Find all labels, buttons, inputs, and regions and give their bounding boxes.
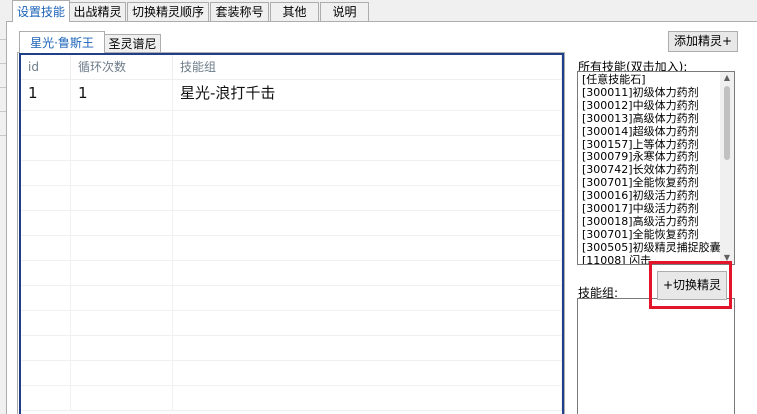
skill-list-item[interactable]: [任意技能石] bbox=[582, 73, 734, 87]
add-spirit-button[interactable]: 添加精灵+ bbox=[668, 31, 738, 52]
skill-list-item[interactable]: [300012]中级体力药剂 bbox=[582, 99, 734, 113]
main-tab-strip: 设置技能 出战精灵 切换精灵顺序 套装称号 其他 说明 bbox=[0, 0, 757, 22]
cell-skills: 星光-浪打千击 bbox=[173, 80, 562, 110]
inner-tab-spirit-1[interactable]: 星光·鲁斯王 bbox=[19, 31, 105, 53]
cell-loops: 1 bbox=[71, 80, 173, 110]
skill-list-item[interactable]: [300011]初级体力药剂 bbox=[582, 86, 734, 100]
tab-suit-title[interactable]: 套装称号 bbox=[210, 2, 269, 21]
column-header-id: id bbox=[21, 55, 71, 79]
highlight-box bbox=[649, 261, 732, 309]
empty-row bbox=[21, 285, 562, 311]
empty-row bbox=[21, 310, 562, 336]
tab-other[interactable]: 其他 bbox=[270, 2, 319, 21]
empty-row bbox=[21, 335, 562, 361]
cell-id: 1 bbox=[21, 80, 71, 110]
skill-list-item[interactable]: [300505]初级精灵捕捉胶囊 bbox=[582, 241, 734, 255]
empty-row bbox=[21, 110, 562, 136]
scroll-up-arrow-icon[interactable]: ▲ bbox=[720, 72, 734, 84]
skill-list-item[interactable]: [300701]全能恢复药剂 bbox=[582, 228, 734, 242]
empty-row bbox=[21, 260, 562, 286]
empty-row bbox=[21, 385, 562, 411]
empty-row bbox=[21, 210, 562, 236]
tab-help[interactable]: 说明 bbox=[320, 2, 369, 21]
table-row[interactable]: 1 1 星光-浪打千击 bbox=[21, 80, 562, 111]
empty-row bbox=[21, 185, 562, 211]
all-skills-list[interactable]: [任意技能石] [300011]初级体力药剂 [300012]中级体力药剂 [3000… bbox=[577, 71, 735, 265]
tab-set-skills[interactable]: 设置技能 bbox=[12, 0, 70, 22]
skills-scrollbar[interactable]: ▲ ▼ bbox=[720, 72, 734, 264]
inner-tab-spirit-2[interactable]: 圣灵谱尼 bbox=[104, 34, 161, 53]
skill-list-item[interactable]: [300013]高级体力药剂 bbox=[582, 112, 734, 126]
left-edge bbox=[0, 22, 6, 414]
empty-row bbox=[21, 135, 562, 161]
grid-header: id 循环次数 技能组 bbox=[21, 55, 562, 80]
column-header-skills: 技能组 bbox=[173, 55, 562, 79]
skill-list-item[interactable]: [300014]超级体力药剂 bbox=[582, 125, 734, 139]
tab-switch-order[interactable]: 切换精灵顺序 bbox=[127, 2, 209, 21]
empty-row bbox=[21, 235, 562, 261]
empty-row bbox=[21, 160, 562, 186]
skill-group-box[interactable] bbox=[577, 298, 735, 414]
scroll-thumb[interactable] bbox=[724, 86, 730, 160]
column-header-loops: 循环次数 bbox=[71, 55, 173, 79]
tab-battle-spirits[interactable]: 出战精灵 bbox=[69, 2, 126, 21]
skill-loop-grid[interactable]: id 循环次数 技能组 1 1 星光-浪打千击 bbox=[19, 53, 564, 414]
empty-row bbox=[21, 360, 562, 386]
skill-list-item[interactable]: [300018]高级活力药剂 bbox=[582, 215, 734, 229]
